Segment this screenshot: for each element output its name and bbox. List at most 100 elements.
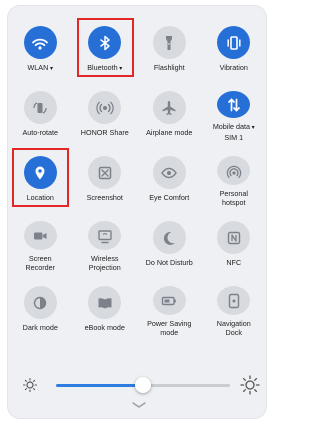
- eye-icon: [159, 163, 179, 183]
- power-saving-mode-label: Power Saving mode: [147, 319, 191, 337]
- tile-flashlight[interactable]: Flashlight: [137, 12, 202, 77]
- ebook-mode-toggle-button[interactable]: [88, 286, 122, 319]
- do-not-disturb-toggle-button[interactable]: [152, 221, 186, 254]
- screenshot-toggle-button[interactable]: [88, 156, 122, 189]
- vibration-toggle-button[interactable]: [217, 26, 251, 59]
- dark-mode-label: Dark mode: [23, 323, 58, 332]
- personal-hotspot-label-text: Personal: [219, 189, 248, 198]
- brightness-slider[interactable]: [22, 375, 260, 395]
- projection-icon: [95, 226, 115, 246]
- brightness-high-icon: [240, 375, 260, 395]
- tile-eye-comfort[interactable]: Eye Comfort: [137, 142, 202, 207]
- tile-ebook-mode[interactable]: eBook mode: [73, 272, 138, 337]
- tile-nfc[interactable]: NFC: [202, 207, 267, 272]
- mobile-data-icon: [224, 95, 244, 115]
- ebook-icon: [95, 293, 115, 313]
- auto-rotate-icon: [30, 98, 50, 118]
- wireless-projection-toggle-button[interactable]: [88, 221, 122, 250]
- screen-recorder-label-secondary: Recorder: [25, 263, 56, 272]
- nfc-label: NFC: [226, 258, 241, 267]
- mobile-data-label[interactable]: Mobile data ▾ SIM 1: [213, 122, 255, 142]
- tile-navigation-dock[interactable]: Navigation Dock: [202, 272, 267, 337]
- wlan-label[interactable]: WLAN ▾: [28, 63, 53, 74]
- tile-dark-mode[interactable]: Dark mode: [8, 272, 73, 337]
- tile-auto-rotate[interactable]: Auto-rotate: [8, 77, 73, 142]
- nfc-toggle-button[interactable]: [217, 221, 251, 254]
- auto-rotate-toggle-button[interactable]: [23, 91, 57, 124]
- moon-icon: [159, 228, 179, 248]
- screen-recorder-toggle-button[interactable]: [23, 221, 57, 250]
- navigation-dock-icon: [224, 291, 244, 311]
- dark-mode-toggle-button[interactable]: [23, 286, 57, 319]
- auto-rotate-label: Auto-rotate: [22, 128, 58, 137]
- screen-recorder-label-text: Screen: [28, 254, 52, 263]
- tile-honor-share[interactable]: HONOR Share: [73, 77, 138, 142]
- nfc-icon: [224, 228, 244, 248]
- airplane-mode-label-text: Airplane mode: [146, 128, 193, 137]
- tile-screen-recorder[interactable]: Screen Recorder: [8, 207, 73, 272]
- brightness-track-empty[interactable]: [143, 384, 230, 387]
- flashlight-label: Flashlight: [154, 63, 185, 72]
- brightness-track-filled[interactable]: [56, 384, 143, 387]
- location-icon: [30, 163, 50, 183]
- tile-vibration[interactable]: Vibration: [202, 12, 267, 77]
- bluetooth-toggle-button[interactable]: [88, 26, 122, 59]
- power-saving-mode-toggle-button[interactable]: [152, 286, 186, 315]
- tile-screenshot[interactable]: Screenshot: [73, 142, 138, 207]
- tile-bluetooth[interactable]: Bluetooth ▾: [73, 12, 138, 77]
- vibration-icon: [224, 33, 244, 53]
- airplane-mode-label: Airplane mode: [146, 128, 192, 137]
- tile-wireless-projection[interactable]: Wireless Projection: [73, 207, 138, 272]
- screen-recorder-label: Screen Recorder: [25, 254, 55, 272]
- tile-do-not-disturb[interactable]: Do Not Disturb: [137, 207, 202, 272]
- brightness-low-icon: [22, 377, 38, 393]
- auto-rotate-label-text: Auto-rotate: [22, 128, 59, 137]
- nfc-label-text: NFC: [226, 258, 242, 267]
- airplane-icon: [159, 98, 179, 118]
- bluetooth-icon: [95, 33, 115, 53]
- eye-comfort-toggle-button[interactable]: [152, 156, 186, 189]
- honor-share-toggle-button[interactable]: [88, 91, 122, 124]
- location-toggle-button[interactable]: [23, 156, 57, 189]
- flashlight-icon: [159, 33, 179, 53]
- tile-personal-hotspot[interactable]: Personal hotspot: [202, 142, 267, 207]
- chevron-down-icon[interactable]: ▾: [118, 66, 122, 72]
- eye-comfort-label: Eye Comfort: [149, 193, 189, 202]
- tile-airplane-mode[interactable]: Airplane mode: [137, 77, 202, 142]
- wireless-projection-label: Wireless Projection: [89, 254, 121, 272]
- do-not-disturb-label: Do Not Disturb: [146, 258, 193, 267]
- location-label: Location: [27, 193, 54, 202]
- chevron-down-icon[interactable]: ▾: [250, 125, 255, 131]
- bluetooth-label[interactable]: Bluetooth ▾: [87, 63, 122, 74]
- dark-mode-label-text: Dark mode: [22, 323, 58, 332]
- power-saving-mode-label-text: Power Saving: [147, 319, 192, 328]
- quick-settings-grid: WLAN ▾ Bluetooth ▾ Flashlight Vibration Auto…: [8, 12, 266, 337]
- chevron-down-icon[interactable]: ▾: [48, 66, 53, 72]
- navigation-dock-toggle-button[interactable]: [217, 286, 251, 315]
- wlan-toggle-button[interactable]: [23, 26, 57, 59]
- personal-hotspot-label: Personal hotspot: [220, 189, 248, 207]
- mobile-data-toggle-button[interactable]: [217, 91, 251, 118]
- flashlight-toggle-button[interactable]: [152, 26, 186, 59]
- navigation-dock-label: Navigation Dock: [217, 319, 251, 337]
- drag-handle-icon[interactable]: [132, 402, 146, 408]
- honor-share-label: HONOR Share: [81, 128, 129, 137]
- wifi-icon: [30, 33, 50, 53]
- brightness-thumb[interactable]: [135, 377, 151, 393]
- flashlight-label-text: Flashlight: [153, 63, 185, 72]
- screenshot-icon: [95, 163, 115, 183]
- airplane-mode-toggle-button[interactable]: [152, 91, 186, 124]
- tile-location[interactable]: Location: [8, 142, 73, 207]
- personal-hotspot-label-secondary: hotspot: [221, 198, 246, 207]
- tile-mobile-data[interactable]: Mobile data ▾ SIM 1: [202, 77, 267, 142]
- mobile-data-label-text: Mobile data: [212, 122, 250, 131]
- wlan-label-text: WLAN: [27, 63, 49, 72]
- tile-power-saving-mode[interactable]: Power Saving mode: [137, 272, 202, 337]
- location-label-text: Location: [26, 193, 54, 202]
- power-saving-mode-label-secondary: mode: [160, 328, 179, 337]
- vibration-label-text: Vibration: [219, 63, 248, 72]
- tile-wlan[interactable]: WLAN ▾: [8, 12, 73, 77]
- personal-hotspot-toggle-button[interactable]: [217, 156, 251, 185]
- hotspot-icon: [224, 161, 244, 181]
- mobile-data-label-secondary: SIM 1: [224, 133, 244, 142]
